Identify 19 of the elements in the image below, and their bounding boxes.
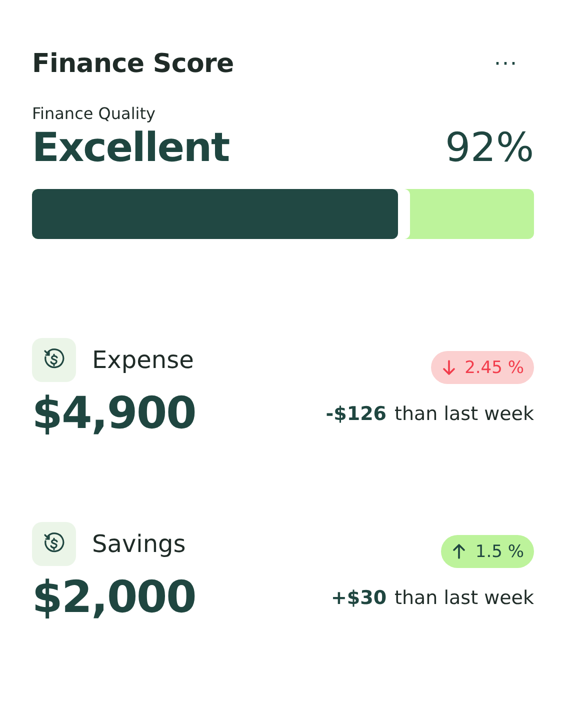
change-badge: 2.45 %: [430, 351, 534, 384]
metric-label: Savings: [92, 530, 186, 558]
comparison-text: than last week: [394, 402, 534, 424]
up-arrow-icon: [451, 543, 468, 560]
more-menu-button[interactable]: ···: [490, 52, 522, 76]
quality-rating: Excellent: [32, 125, 230, 171]
card-title: Finance Score: [32, 49, 234, 79]
dollar-coin-icon: [32, 338, 76, 382]
score-percent: 92%: [445, 125, 534, 171]
comparison-text: than last week: [394, 586, 534, 608]
change-amount: -$126: [326, 402, 387, 424]
down-arrow-icon: [440, 359, 457, 376]
quality-label: Finance Quality: [32, 104, 156, 123]
metric-amount: $4,900: [32, 388, 196, 439]
metric-label: Expense: [92, 346, 194, 374]
change-amount: +$30: [330, 586, 387, 608]
change-badge: 1.5 %: [441, 535, 534, 568]
metric-amount: $2,000: [32, 572, 196, 623]
dollar-coin-icon: [32, 522, 76, 566]
